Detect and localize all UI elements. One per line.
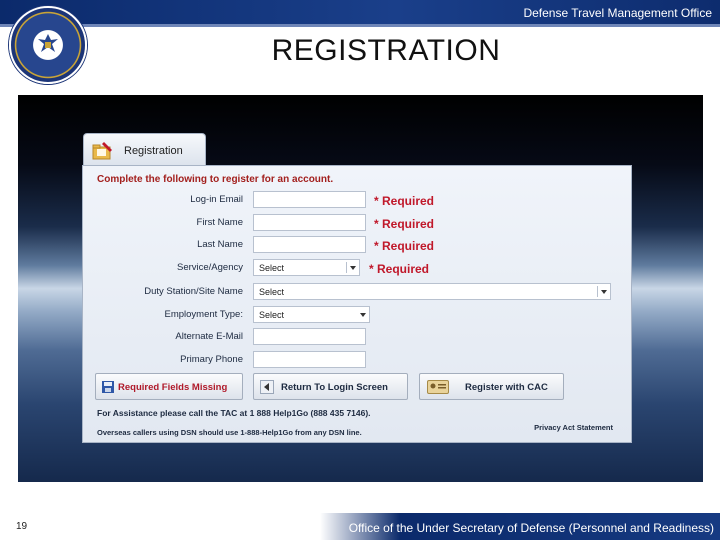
footer-org: Office of the Under Secretary of Defense… bbox=[348, 521, 714, 535]
service-agency-label: Service/Agency bbox=[176, 262, 243, 273]
registration-screenshot: Registration Complete the following to r… bbox=[18, 95, 703, 482]
employment-type-select[interactable]: Select bbox=[253, 306, 370, 323]
assistance-text: For Assistance please call the TAC at 1 … bbox=[97, 408, 371, 418]
footer-band-blue: Office of the Under Secretary of Defense… bbox=[320, 513, 720, 540]
id-card-icon bbox=[427, 380, 449, 394]
service-agency-value: Select bbox=[259, 263, 285, 273]
return-to-login-button[interactable]: Return To Login Screen bbox=[253, 373, 408, 400]
tab-label: Registration bbox=[124, 145, 183, 157]
email-label: Log-in Email bbox=[190, 194, 243, 205]
last-name-required: * Required bbox=[374, 239, 435, 253]
overseas-text: Overseas callers using DSN should use 1-… bbox=[97, 428, 362, 437]
header-divider bbox=[0, 24, 720, 27]
registration-panel: Complete the following to register for a… bbox=[82, 165, 632, 443]
footer-band: Office of the Under Secretary of Defense… bbox=[0, 513, 720, 540]
duty-station-value: Select bbox=[259, 287, 285, 297]
required-fields-missing-label: Required Fields Missing bbox=[118, 382, 228, 393]
first-name-required: * Required bbox=[374, 217, 435, 231]
duty-station-label: Duty Station/Site Name bbox=[144, 286, 243, 297]
service-agency-required: * Required bbox=[369, 262, 430, 276]
folder-pencil-icon bbox=[92, 142, 112, 160]
alternate-email-label: Alternate E-Mail bbox=[175, 331, 243, 342]
register-with-cac-label: Register with CAC bbox=[465, 382, 548, 393]
chevron-down-icon bbox=[350, 266, 356, 270]
primary-phone-field[interactable] bbox=[253, 351, 366, 368]
arrow-left-icon bbox=[260, 380, 274, 394]
floppy-disk-icon bbox=[102, 381, 114, 393]
primary-phone-label: Primary Phone bbox=[180, 354, 243, 365]
duty-station-select[interactable]: Select bbox=[253, 283, 611, 300]
header-band: Defense Travel Management Office bbox=[0, 0, 720, 24]
email-field[interactable] bbox=[253, 191, 366, 208]
last-name-label: Last Name bbox=[197, 239, 243, 250]
first-name-label: First Name bbox=[196, 217, 243, 228]
email-required: * Required bbox=[374, 194, 435, 208]
privacy-act-link[interactable]: Privacy Act Statement bbox=[534, 423, 613, 432]
employment-type-value: Select bbox=[259, 310, 285, 320]
slide: Defense Travel Management Office REGISTR… bbox=[0, 0, 720, 540]
chevron-down-icon bbox=[601, 290, 607, 294]
org-name: Defense Travel Management Office bbox=[523, 6, 712, 20]
required-fields-missing-button[interactable]: Required Fields Missing bbox=[95, 373, 243, 400]
register-with-cac-button[interactable]: Register with CAC bbox=[419, 373, 564, 400]
instructions-text: Complete the following to register for a… bbox=[97, 174, 334, 185]
first-name-field[interactable] bbox=[253, 214, 366, 231]
last-name-field[interactable] bbox=[253, 236, 366, 253]
service-agency-select[interactable]: Select bbox=[253, 259, 360, 276]
select-separator bbox=[346, 262, 347, 273]
chevron-down-icon bbox=[360, 313, 366, 317]
employment-type-label: Employment Type: bbox=[164, 309, 243, 320]
tab-registration[interactable]: Registration bbox=[83, 133, 206, 167]
alternate-email-field[interactable] bbox=[253, 328, 366, 345]
select-separator bbox=[597, 286, 598, 297]
page-title: REGISTRATION bbox=[271, 34, 501, 67]
return-to-login-label: Return To Login Screen bbox=[281, 382, 388, 393]
